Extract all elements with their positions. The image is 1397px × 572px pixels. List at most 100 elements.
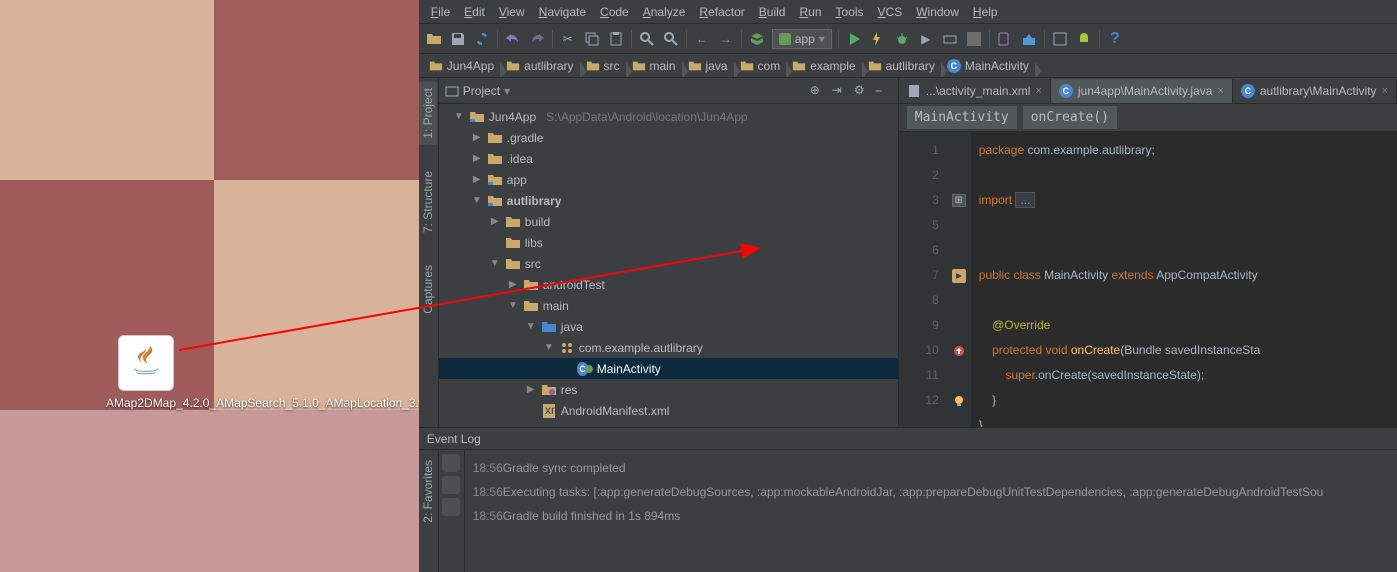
gutter-marks: ⊞ bbox=[947, 132, 971, 427]
menu-bar: FileEditViewNavigateCodeAnalyzeRefactorB… bbox=[419, 0, 1397, 24]
clear-icon[interactable] bbox=[442, 498, 460, 516]
tree-node-MainActivity[interactable]: CMainActivity bbox=[439, 358, 898, 379]
debug-icon[interactable] bbox=[893, 30, 911, 48]
tree-node-autlibrary[interactable]: ▼autlibrary bbox=[439, 190, 898, 211]
tree-node-java[interactable]: ▼java bbox=[439, 316, 898, 337]
menu-edit[interactable]: Edit bbox=[458, 2, 491, 22]
menu-navigate[interactable]: Navigate bbox=[533, 2, 592, 22]
close-icon[interactable]: × bbox=[1035, 85, 1041, 97]
back-icon[interactable]: ← bbox=[693, 30, 711, 48]
settings-icon[interactable] bbox=[442, 454, 460, 472]
cut-icon[interactable]: ✂ bbox=[559, 30, 577, 48]
tree-node-libs[interactable]: libs bbox=[439, 232, 898, 253]
tree-node-.gradle[interactable]: ▶.gradle bbox=[439, 127, 898, 148]
crumb-class[interactable]: MainActivity bbox=[907, 106, 1017, 129]
editor-area: ...\activity_main.xml×Cjun4app\MainActiv… bbox=[899, 78, 1397, 427]
profile-icon[interactable]: ▶ bbox=[917, 30, 935, 48]
avd-manager-icon[interactable] bbox=[996, 30, 1014, 48]
run-configuration-selector[interactable]: app ▾ bbox=[772, 29, 832, 49]
menu-view[interactable]: View bbox=[493, 2, 531, 22]
breadcrumb-Jun4App[interactable]: Jun4App bbox=[425, 59, 502, 73]
tree-node-build[interactable]: ▶build bbox=[439, 211, 898, 232]
menu-vcs[interactable]: VCS bbox=[872, 2, 909, 22]
crumb-method[interactable]: onCreate() bbox=[1023, 106, 1117, 129]
code-body[interactable]: package com.example.autlibrary; import .… bbox=[971, 132, 1397, 427]
tree-node-com.example.autlibrary[interactable]: ▼com.example.autlibrary bbox=[439, 337, 898, 358]
android-icon[interactable] bbox=[1075, 30, 1093, 48]
copy-icon[interactable] bbox=[583, 30, 601, 48]
hide-icon[interactable]: ⎯ bbox=[876, 83, 892, 99]
find-icon[interactable] bbox=[638, 30, 656, 48]
override-icon[interactable] bbox=[953, 345, 965, 357]
menu-code[interactable]: Code bbox=[594, 2, 635, 22]
collapse-all-icon[interactable]: ⇥ bbox=[832, 83, 848, 99]
breadcrumb-autlibrary[interactable]: autlibrary bbox=[502, 59, 581, 73]
event-log-header[interactable]: Event Log bbox=[419, 428, 1397, 450]
editor-tab[interactable]: Cautlibrary\MainActivity× bbox=[1233, 79, 1397, 103]
autoscroll-to-icon[interactable]: ⊕ bbox=[810, 83, 826, 99]
editor-tabs: ...\activity_main.xml×Cjun4app\MainActiv… bbox=[899, 78, 1397, 104]
tree-node-androidTest[interactable]: ▶androidTest bbox=[439, 274, 898, 295]
menu-window[interactable]: Window bbox=[910, 2, 965, 22]
editor-tab[interactable]: Cjun4app\MainActivity.java× bbox=[1051, 79, 1233, 103]
stop-icon[interactable] bbox=[965, 30, 983, 48]
menu-run[interactable]: Run bbox=[793, 2, 827, 22]
tab-structure[interactable]: 7: Structure bbox=[419, 165, 437, 239]
tree-node-Jun4App[interactable]: ▼Jun4AppS:\AppData\Android\location\Jun4… bbox=[439, 106, 898, 127]
panel-title[interactable]: Project ▾ bbox=[445, 84, 510, 98]
event-log-content: 18:56Gradle sync completed18:56Executing… bbox=[465, 450, 1397, 572]
replace-icon[interactable] bbox=[662, 30, 680, 48]
tree-node-app[interactable]: ▶app bbox=[439, 169, 898, 190]
make-icon[interactable] bbox=[748, 30, 766, 48]
paste-icon[interactable] bbox=[607, 30, 625, 48]
breadcrumb-example[interactable]: example bbox=[788, 59, 863, 73]
run-gutter-icon[interactable] bbox=[952, 269, 966, 283]
breadcrumb-com[interactable]: com bbox=[736, 59, 789, 73]
breadcrumb-java[interactable]: java bbox=[684, 59, 736, 73]
menu-help[interactable]: Help bbox=[967, 2, 1004, 22]
left-tool-gutter: 1: Project 7: Structure Captures bbox=[419, 78, 439, 427]
undo-icon[interactable] bbox=[504, 30, 522, 48]
menu-refactor[interactable]: Refactor bbox=[693, 2, 750, 22]
breadcrumb-src[interactable]: src bbox=[582, 59, 628, 73]
open-icon[interactable] bbox=[425, 30, 443, 48]
help-icon[interactable]: ? bbox=[1106, 30, 1124, 48]
bulb-icon[interactable] bbox=[953, 395, 965, 407]
tab-project[interactable]: 1: Project bbox=[419, 82, 437, 145]
save-all-icon[interactable] bbox=[449, 30, 467, 48]
forward-icon[interactable]: → bbox=[717, 30, 735, 48]
settings-icon[interactable]: ⚙ bbox=[854, 83, 870, 99]
tree-node-src[interactable]: ▼src bbox=[439, 253, 898, 274]
menu-file[interactable]: File bbox=[425, 2, 456, 22]
redo-icon[interactable] bbox=[528, 30, 546, 48]
breadcrumb-MainActivity[interactable]: CMainActivity bbox=[943, 59, 1037, 73]
navigation-breadcrumb: Jun4Appautlibrarysrcmainjavacomexampleau… bbox=[419, 54, 1397, 78]
tree-node-.idea[interactable]: ▶.idea bbox=[439, 148, 898, 169]
close-icon[interactable]: × bbox=[1217, 85, 1223, 97]
breadcrumb-autlibrary[interactable]: autlibrary bbox=[864, 59, 943, 73]
breadcrumb-main[interactable]: main bbox=[628, 59, 684, 73]
balloon-icon[interactable] bbox=[442, 476, 460, 494]
menu-build[interactable]: Build bbox=[753, 2, 792, 22]
tree-node-res[interactable]: ▶res bbox=[439, 379, 898, 400]
menu-analyze[interactable]: Analyze bbox=[637, 2, 692, 22]
layout-inspector-icon[interactable] bbox=[1051, 30, 1069, 48]
sync-icon[interactable] bbox=[473, 30, 491, 48]
project-tree[interactable]: ▼Jun4AppS:\AppData\Android\location\Jun4… bbox=[439, 104, 898, 427]
tab-captures[interactable]: Captures bbox=[419, 259, 437, 320]
menu-tools[interactable]: Tools bbox=[830, 2, 870, 22]
tree-node-main[interactable]: ▼main bbox=[439, 295, 898, 316]
code-editor[interactable]: 12356789101112 ⊞ package com.example.aut… bbox=[899, 132, 1397, 427]
tree-node-AndroidManifest.xml[interactable]: xmlAndroidManifest.xml bbox=[439, 400, 898, 421]
apply-changes-icon[interactable] bbox=[869, 30, 887, 48]
tab-favorites[interactable]: 2: Favorites bbox=[419, 454, 437, 529]
attach-debugger-icon[interactable] bbox=[941, 30, 959, 48]
desktop-background: AMap2DMap_4.2.0_AMapSearch_5.1.0_AMapLoc… bbox=[0, 0, 419, 572]
run-icon[interactable] bbox=[845, 30, 863, 48]
event-log-toolbar bbox=[439, 450, 465, 572]
project-panel-header: Project ▾ ⊕ ⇥ ⚙ ⎯ bbox=[439, 78, 898, 104]
editor-tab[interactable]: ...\activity_main.xml× bbox=[899, 79, 1051, 103]
sdk-manager-icon[interactable] bbox=[1020, 30, 1038, 48]
close-icon[interactable]: × bbox=[1382, 85, 1388, 97]
desktop-jar-file[interactable]: AMap2DMap_4.2.0_AMapSearch_5.1.0_AMapLoc… bbox=[106, 335, 186, 411]
